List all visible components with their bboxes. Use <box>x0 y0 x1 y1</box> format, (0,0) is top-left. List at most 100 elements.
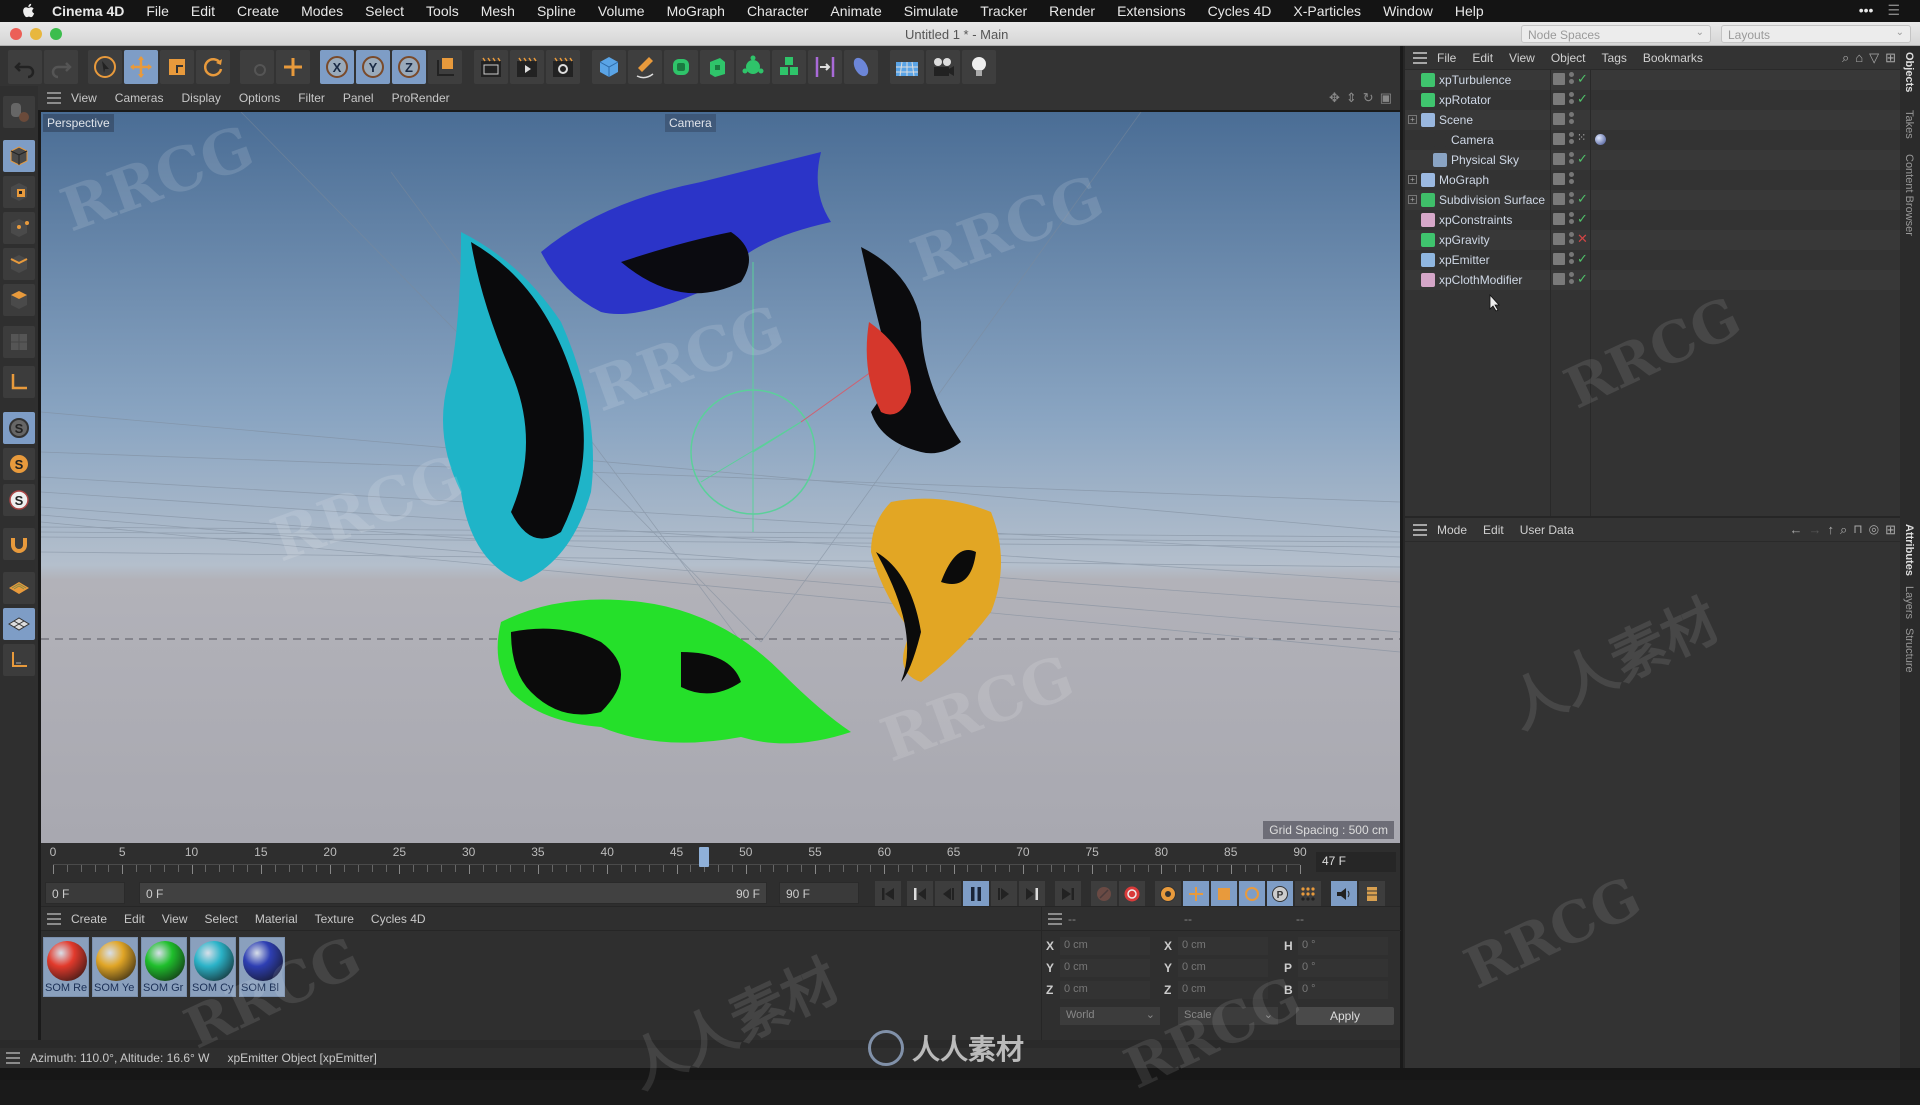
rot-h-field[interactable]: 0 ° <box>1298 937 1388 955</box>
enabled-check-icon[interactable]: ✓ <box>1577 251 1588 267</box>
deformer-button[interactable] <box>808 50 842 84</box>
current-frame-field[interactable]: 47 F <box>1316 852 1396 872</box>
record-active-button[interactable] <box>1091 881 1117 907</box>
attribute-menu-edit[interactable]: Edit <box>1483 523 1504 537</box>
menu-file[interactable]: File <box>146 3 169 19</box>
enabled-check-icon[interactable]: ✓ <box>1577 151 1588 167</box>
object-name[interactable]: xpRotator <box>1439 93 1491 107</box>
menu-mesh[interactable]: Mesh <box>481 3 515 19</box>
menu-spline[interactable]: Spline <box>537 3 576 19</box>
cloner-button[interactable] <box>736 50 770 84</box>
object-row[interactable]: Camera ⁙ <box>1405 130 1902 150</box>
camera-target-tag-icon[interactable]: ⁙ <box>1577 131 1586 144</box>
start-frame-field[interactable]: 0 F <box>45 882 125 904</box>
material-swatch[interactable]: SOM Bl <box>239 937 285 997</box>
points-mode-button[interactable] <box>3 212 35 244</box>
object-menu-object[interactable]: Object <box>1551 51 1586 65</box>
object-name[interactable]: Physical Sky <box>1451 153 1519 167</box>
expand-toggle-icon[interactable]: + <box>1408 175 1417 184</box>
rotate-view-icon[interactable]: ↻ <box>1363 90 1374 106</box>
render-settings-button[interactable] <box>546 50 580 84</box>
y-axis-button[interactable]: Y <box>356 50 390 84</box>
object-menu-bookmarks[interactable]: Bookmarks <box>1643 51 1703 65</box>
menu-select[interactable]: Select <box>365 3 404 19</box>
object-name[interactable]: xpClothModifier <box>1439 273 1522 287</box>
render-view-button[interactable] <box>510 50 544 84</box>
rot-b-field[interactable]: 0 ° <box>1298 981 1388 999</box>
pan-view-icon[interactable]: ✥ <box>1329 90 1340 106</box>
workplane-snap-button[interactable]: S <box>3 484 35 516</box>
autokey-button[interactable] <box>1119 881 1145 907</box>
floor-button[interactable] <box>890 50 924 84</box>
cube-button[interactable] <box>592 50 626 84</box>
home-icon[interactable]: ⌂ <box>1855 50 1863 66</box>
expand-toggle-icon[interactable]: + <box>1408 195 1417 204</box>
size-y-field[interactable]: 0 cm <box>1178 959 1268 977</box>
pos-y-field[interactable]: 0 cm <box>1060 959 1150 977</box>
menu-render[interactable]: Render <box>1049 3 1095 19</box>
menu-tools[interactable]: Tools <box>426 3 459 19</box>
size-mode-dropdown[interactable]: Scale ⌄ <box>1178 1007 1278 1025</box>
app-menu[interactable]: Cinema 4D <box>52 3 124 19</box>
timeline-layout-button[interactable] <box>1359 881 1385 907</box>
object-name[interactable]: xpGravity <box>1439 233 1490 247</box>
preview-range-slider[interactable]: 0 F 90 F <box>139 882 767 904</box>
lock-icon[interactable]: ⊓ <box>1853 522 1862 538</box>
new-window-icon[interactable]: ⊞ <box>1885 522 1896 538</box>
visibility-dots-icon[interactable] <box>1569 132 1575 148</box>
menu-mograph[interactable]: MoGraph <box>667 3 725 19</box>
editor-render-visibility-icon[interactable] <box>1553 133 1565 145</box>
scale-tool-button[interactable] <box>160 50 194 84</box>
attribute-menu-user-data[interactable]: User Data <box>1520 523 1574 537</box>
previous-key-button[interactable] <box>907 881 933 907</box>
hamburger-icon[interactable] <box>47 92 61 104</box>
editor-render-visibility-icon[interactable] <box>1553 193 1565 205</box>
pen-button[interactable] <box>628 50 662 84</box>
viewport-menu-prorender[interactable]: ProRender <box>392 91 450 105</box>
polygons-mode-button[interactable] <box>3 284 35 316</box>
visibility-dots-icon[interactable] <box>1569 272 1575 288</box>
object-row[interactable]: xpRotator ✓ <box>1405 90 1902 110</box>
enabled-check-icon[interactable]: ✓ <box>1577 211 1588 227</box>
move-tool-button[interactable] <box>124 50 158 84</box>
visibility-dots-icon[interactable] <box>1569 232 1575 248</box>
forward-arrow-icon[interactable]: → <box>1808 522 1821 538</box>
menu-xparticles[interactable]: X-Particles <box>1293 3 1361 19</box>
object-row[interactable]: xpConstraints ✓ <box>1405 210 1902 230</box>
editor-render-visibility-icon[interactable] <box>1553 233 1565 245</box>
menu-extensions[interactable]: Extensions <box>1117 3 1185 19</box>
visibility-dots-icon[interactable] <box>1569 72 1575 88</box>
record-position-button[interactable] <box>1183 881 1209 907</box>
size-z-field[interactable]: 0 cm <box>1178 981 1268 999</box>
viewport-menu-cameras[interactable]: Cameras <box>115 91 164 105</box>
workplane-button[interactable] <box>3 572 35 604</box>
axis-locking-button[interactable] <box>3 644 35 676</box>
record-parameter-button[interactable]: P <box>1267 881 1293 907</box>
menu-tracker[interactable]: Tracker <box>980 3 1027 19</box>
hamburger-icon[interactable] <box>1413 51 1427 64</box>
grid-plane-button[interactable] <box>3 608 35 640</box>
menu-help[interactable]: Help <box>1455 3 1484 19</box>
phong-tag-icon[interactable] <box>1595 134 1606 145</box>
timeline-track[interactable] <box>53 864 1300 874</box>
up-arrow-icon[interactable]: ↑ <box>1827 522 1834 538</box>
object-name[interactable]: Subdivision Surface <box>1439 193 1545 207</box>
viewport-menu-display[interactable]: Display <box>181 91 220 105</box>
menu-edit[interactable]: Edit <box>191 3 215 19</box>
material-menu-view[interactable]: View <box>162 912 188 926</box>
zoom-view-icon[interactable]: ⇕ <box>1346 90 1357 106</box>
editor-render-visibility-icon[interactable] <box>1553 173 1565 185</box>
material-menu-edit[interactable]: Edit <box>124 912 145 926</box>
visibility-dots-icon[interactable] <box>1569 192 1575 208</box>
editor-render-visibility-icon[interactable] <box>1553 153 1565 165</box>
live-move-button[interactable] <box>276 50 310 84</box>
hamburger-icon[interactable] <box>1048 913 1062 925</box>
enabled-check-icon[interactable]: ✓ <box>1577 71 1588 87</box>
editor-render-visibility-icon[interactable] <box>1553 213 1565 225</box>
subdivision-button[interactable] <box>664 50 698 84</box>
material-menu-select[interactable]: Select <box>205 912 238 926</box>
menu-create[interactable]: Create <box>237 3 279 19</box>
timeline[interactable]: 0 5 10 15 20 25 30 35 40 45 50 55 60 65 70 75 80 85 90 47 … <box>41 843 1400 880</box>
viewport-menu-options[interactable]: Options <box>239 91 280 105</box>
snap-button[interactable]: S <box>3 412 35 444</box>
